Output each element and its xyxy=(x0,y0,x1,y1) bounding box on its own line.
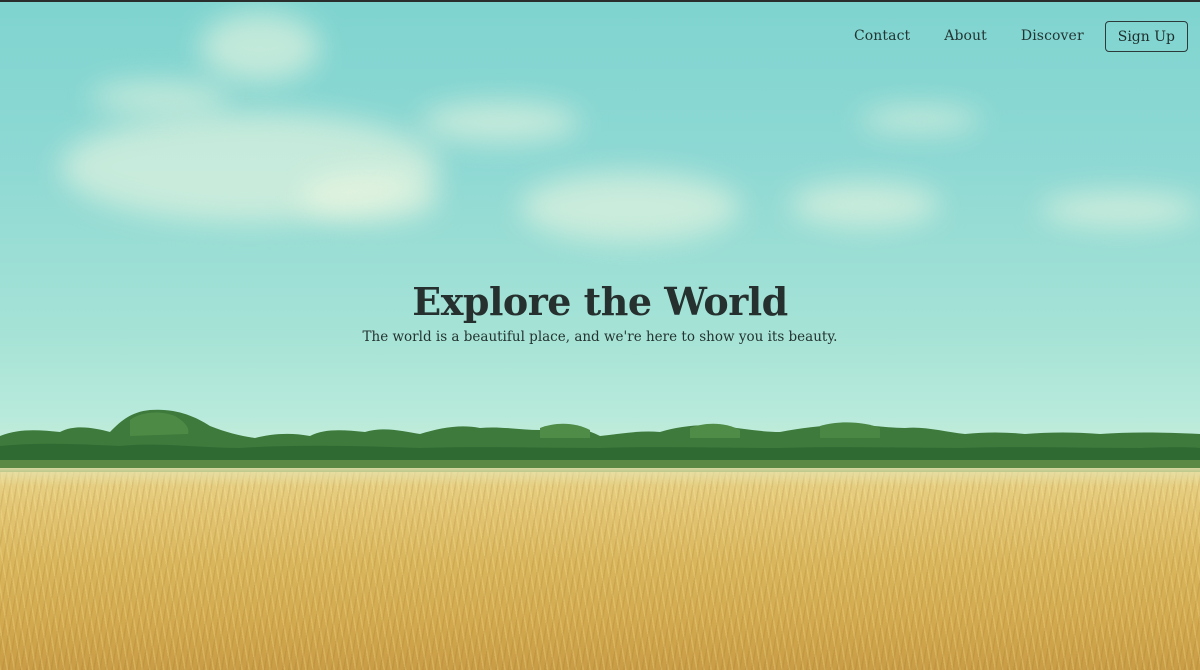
field-horizon xyxy=(0,468,1200,486)
signup-button[interactable]: Sign Up xyxy=(1104,20,1188,52)
nav-contact-link[interactable]: Contact xyxy=(837,20,927,52)
hero-section: Contact About Discover Sign Up Explore t… xyxy=(0,0,1200,670)
cloud xyxy=(860,107,980,132)
cloud xyxy=(200,12,320,82)
cloud xyxy=(300,172,440,222)
nav-discover-link[interactable]: Discover xyxy=(1004,20,1101,52)
cloud xyxy=(1040,192,1200,227)
wheat-field xyxy=(0,472,1200,670)
cloud xyxy=(520,172,740,242)
cloud xyxy=(90,82,230,112)
cloud xyxy=(790,182,940,227)
top-nav: Contact About Discover Sign Up xyxy=(837,20,1188,52)
cloud xyxy=(420,102,580,142)
nav-about-link[interactable]: About xyxy=(927,20,1004,52)
hero-title: Explore the World xyxy=(412,279,788,324)
hero-subtitle: The world is a beautiful place, and we'r… xyxy=(362,329,838,345)
hero-headline: Explore the World The world is a beautif… xyxy=(0,278,1200,346)
